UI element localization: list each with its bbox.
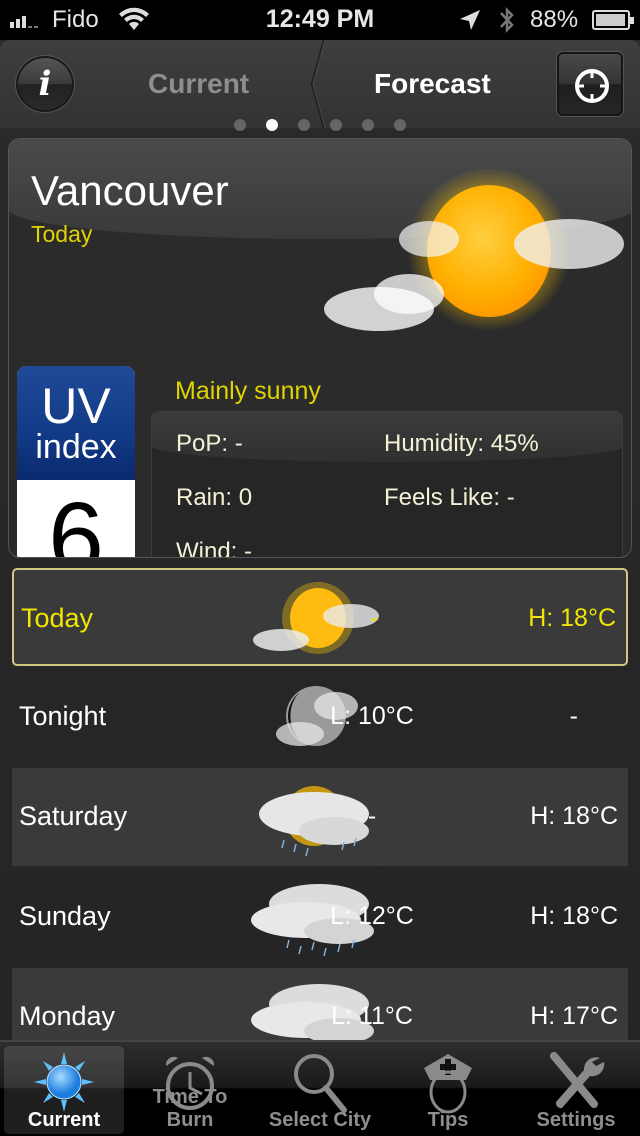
forecast-low: - (369, 604, 379, 632)
condition-text: Mainly sunny (175, 377, 321, 405)
tabbar-item-current[interactable]: Current (4, 1046, 124, 1134)
uv-index-badge: UV index 6 (17, 366, 135, 558)
app: i Current Forecast Vancouver Today UV in… (0, 40, 640, 1136)
locate-button[interactable] (557, 52, 623, 116)
wind-value: Wind: - (176, 538, 253, 558)
forecast-row-sunday[interactable]: Sunday L: 12°C H: 18°C (12, 868, 628, 966)
page-dot[interactable] (362, 119, 374, 131)
uv-value: 6 (48, 482, 104, 558)
page-dot-active[interactable] (266, 119, 278, 131)
forecast-row-monday[interactable]: Monday L: 11°C H: 17°C (12, 968, 628, 1040)
forecast-low: L: 11°C (331, 1002, 413, 1030)
forecast-day: Tonight (19, 701, 107, 731)
crosshair-icon (575, 69, 609, 103)
forecast-day: Today (21, 603, 94, 633)
forecast-low: L: 12°C (330, 902, 414, 930)
forecast-high: H: 18°C (528, 604, 616, 632)
info-button[interactable]: i (16, 56, 74, 112)
battery-percent: 88% (530, 6, 579, 33)
page-indicator[interactable] (234, 119, 406, 131)
uv-label: UV (41, 378, 111, 434)
tabbar-item-tips[interactable]: Tips (388, 1046, 508, 1134)
tabbar-label: Time To Burn (152, 1086, 228, 1131)
details-panel: PoP: - Humidity: 45% Rain: 0 Feels Like:… (151, 411, 623, 558)
rain-value: Rain: 0 (176, 484, 253, 511)
feels-like-value: Feels Like: - (384, 484, 515, 511)
uv-sublabel: index (35, 428, 117, 466)
sun-with-clouds-icon (324, 169, 624, 331)
info-icon: i (38, 64, 52, 104)
tools-icon (550, 1052, 605, 1109)
bluetooth-icon (498, 5, 516, 42)
forecast-row-today[interactable]: Today - H: 18°C (12, 568, 628, 666)
location-arrow-icon (458, 8, 482, 39)
forecast-high: H: 17°C (530, 1002, 618, 1030)
page-dot[interactable] (298, 119, 310, 131)
tabbar-item-time-to-burn[interactable]: Time To Burn (130, 1046, 250, 1134)
forecast-high: H: 18°C (530, 802, 618, 830)
current-conditions-card: Vancouver Today UV index 6 Mainly sunny … (8, 138, 632, 558)
tabbar-item-select-city[interactable]: Select City (260, 1046, 380, 1134)
sun-icon (34, 1052, 94, 1112)
tabbar-label: Tips (427, 1109, 469, 1131)
forecast-high: - (569, 702, 578, 730)
tabbar-label: Select City (268, 1109, 372, 1131)
city-name: Vancouver (31, 167, 229, 214)
header-bar: i Current Forecast (0, 40, 640, 131)
humidity-value: Humidity: 45% (384, 430, 539, 457)
battery-icon (592, 10, 634, 30)
tab-bar: Current Time To Burn Select City Tips Se… (0, 1040, 640, 1136)
tab-current[interactable]: Current (148, 68, 249, 100)
tab-divider-chevron (310, 40, 326, 128)
tabbar-label: Current (27, 1109, 101, 1131)
forecast-low: - (367, 802, 377, 830)
forecast-low: L: 10°C (330, 702, 414, 730)
page-dot[interactable] (330, 119, 342, 131)
tab-forecast[interactable]: Forecast (374, 68, 491, 100)
nurse-cap-icon (424, 1054, 472, 1114)
forecast-day: Sunday (19, 901, 111, 931)
page-dot[interactable] (394, 119, 406, 131)
tabbar-item-settings[interactable]: Settings (516, 1046, 636, 1134)
pop-value: PoP: - (176, 430, 243, 457)
status-bar: Fido 12:49 PM 88% (0, 0, 640, 40)
tabbar-label: Settings (536, 1109, 616, 1131)
forecast-row-saturday[interactable]: Saturday - H: 18°C (12, 768, 628, 866)
magnifier-icon (294, 1054, 347, 1113)
forecast-high: H: 18°C (530, 902, 618, 930)
forecast-row-tonight[interactable]: Tonight L: 10°C - (12, 668, 628, 766)
forecast-day: Monday (19, 1001, 116, 1031)
forecast-day: Saturday (19, 801, 128, 831)
period-label: Today (31, 221, 93, 247)
page-dot[interactable] (234, 119, 246, 131)
